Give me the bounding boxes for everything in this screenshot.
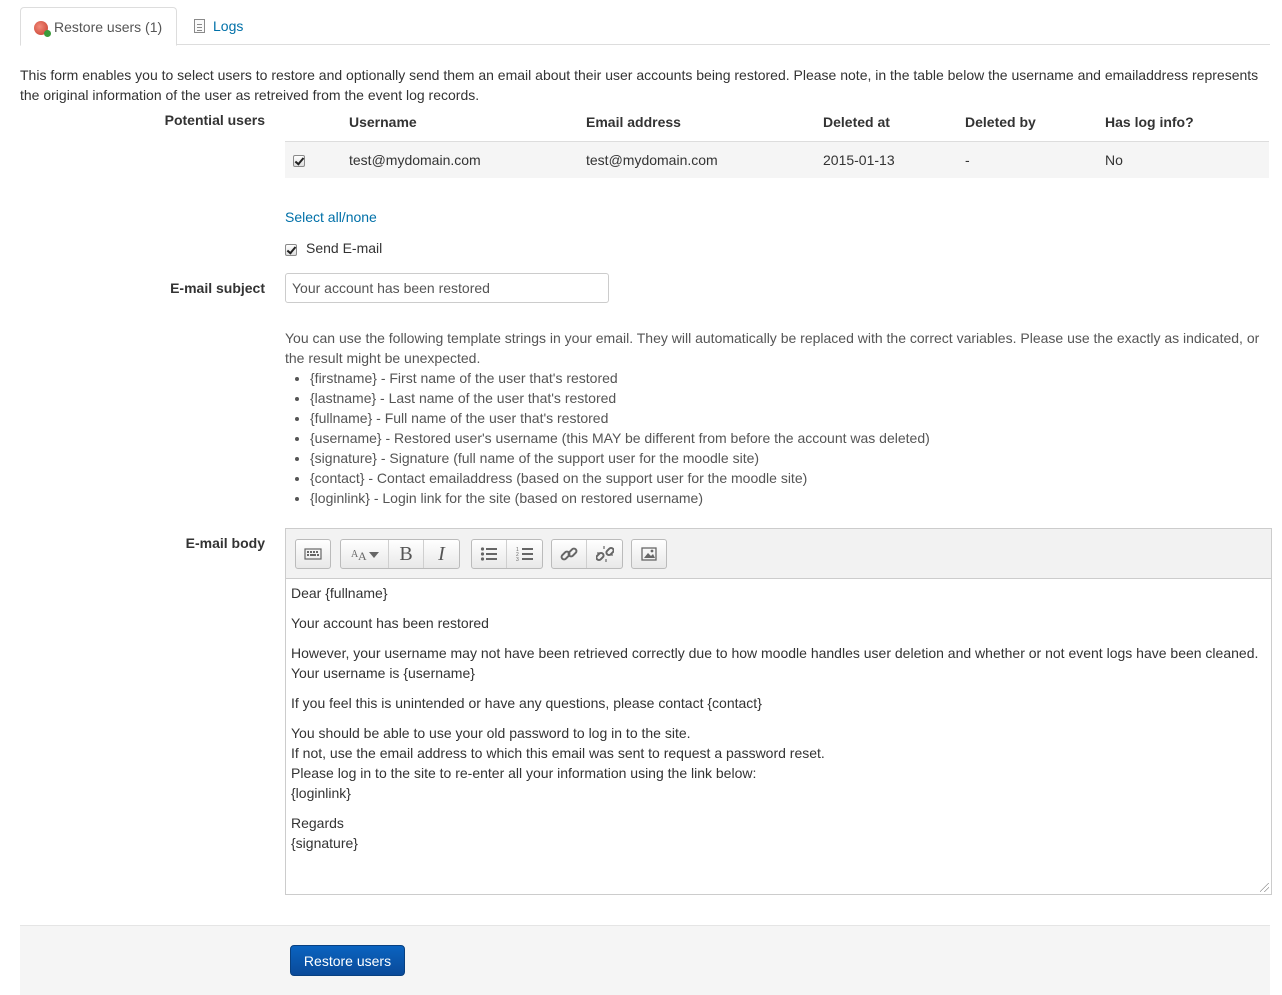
tab-logs[interactable]: Logs <box>180 7 255 45</box>
send-email-label: Send E-mail <box>306 240 383 256</box>
template-list: {firstname} - First name of the user tha… <box>285 368 1270 508</box>
column-header-deleted-at: Deleted at <box>823 104 965 142</box>
link-icon[interactable] <box>552 540 587 568</box>
unlink-icon[interactable] <box>587 540 622 568</box>
email-body-content[interactable]: Dear {fullname} Your account has been re… <box>286 579 1271 867</box>
body-line: {signature} <box>291 835 358 851</box>
tab-restore-users[interactable]: Restore users (1) <box>20 7 177 46</box>
list-item: {lastname} - Last name of the user that'… <box>310 388 1270 408</box>
email-subject-input[interactable] <box>285 273 609 303</box>
toolbar-group-lists: 123 <box>471 539 543 569</box>
users-table: Username Email address Deleted at Delete… <box>285 104 1269 178</box>
body-greeting: Dear {fullname} <box>291 585 388 601</box>
email-subject-label: E-mail subject <box>170 280 265 296</box>
send-email-row: Send E-mail <box>285 240 382 256</box>
form-footer: Restore users <box>20 925 1270 995</box>
column-header-username: Username <box>349 104 586 142</box>
image-icon[interactable] <box>632 540 666 568</box>
email-body-label: E-mail body <box>185 535 265 551</box>
column-header-deleted-by: Deleted by <box>965 104 1105 142</box>
svg-text:3: 3 <box>516 557 519 562</box>
list-item: {contact} - Contact emailaddress (based … <box>310 468 1270 488</box>
table-row: test@mydomain.com test@mydomain.com 2015… <box>285 141 1269 178</box>
resize-handle-icon[interactable] <box>1260 883 1269 892</box>
cell-username: test@mydomain.com <box>349 141 586 178</box>
body-line: Please log in to the site to re-enter al… <box>291 765 757 781</box>
cell-deleted-by: - <box>965 141 1105 178</box>
list-item: {firstname} - First name of the user tha… <box>310 368 1270 388</box>
body-paragraph: If you feel this is unintended or have a… <box>291 695 762 711</box>
select-all-none-link[interactable]: Select all/none <box>285 209 377 225</box>
list-item: {username} - Restored user's username (t… <box>310 428 1270 448</box>
toolbar-group-media <box>631 539 667 569</box>
svg-text:A: A <box>358 549 367 562</box>
list-item: {fullname} - Full name of the user that'… <box>310 408 1270 428</box>
toolbar-group-keyboard <box>295 539 331 569</box>
body-line: Regards <box>291 815 344 831</box>
template-help-intro: You can use the following template strin… <box>285 330 1260 366</box>
table-header-row: Username Email address Deleted at Delete… <box>285 104 1269 142</box>
cell-has-log-info: No <box>1105 141 1269 178</box>
list-item: {signature} - Signature (full name of th… <box>310 448 1270 468</box>
tab-restore-users-label: Restore users (1) <box>54 18 163 35</box>
keyboard-icon[interactable] <box>296 540 330 568</box>
intro-text: This form enables you to select users to… <box>20 67 1259 103</box>
body-paragraph: However, your username may not have been… <box>291 645 1259 681</box>
column-header-select <box>285 104 349 142</box>
toolbar-group-links <box>551 539 623 569</box>
body-line: You should be able to use your old passw… <box>291 725 691 741</box>
tab-logs-label: Logs <box>213 18 244 34</box>
editor-toolbar: AA B I 123 <box>286 529 1271 579</box>
unordered-list-icon[interactable] <box>472 540 507 568</box>
italic-icon[interactable]: I <box>424 540 459 568</box>
body-paragraph: Your account has been restored <box>291 615 489 631</box>
body-line: {loginlink} <box>291 785 351 801</box>
cell-email: test@mydomain.com <box>586 141 823 178</box>
toolbar-group-format: AA B I <box>340 539 460 569</box>
font-style-icon[interactable]: AA <box>341 540 389 568</box>
restore-users-icon <box>33 19 51 37</box>
bold-icon[interactable]: B <box>389 540 424 568</box>
list-item: {loginlink} - Login link for the site (b… <box>310 488 1270 508</box>
column-header-email: Email address <box>586 104 823 142</box>
ordered-list-icon[interactable]: 123 <box>507 540 542 568</box>
restore-users-button[interactable]: Restore users <box>290 945 405 976</box>
cell-deleted-at: 2015-01-13 <box>823 141 965 178</box>
body-paragraph: You should be able to use your old passw… <box>291 723 1266 803</box>
template-help: You can use the following template strin… <box>285 328 1270 508</box>
send-email-checkbox[interactable] <box>285 243 297 256</box>
potential-users-label: Potential users <box>164 112 265 128</box>
column-header-has-log-info: Has log info? <box>1105 104 1269 142</box>
body-line: If not, use the email address to which t… <box>291 745 825 761</box>
user-select-checkbox[interactable] <box>293 155 305 168</box>
tab-bar: Restore users (1) Logs <box>20 7 1270 46</box>
email-body-editor: AA B I 123 Dear {fullname} Your account … <box>285 528 1272 895</box>
body-paragraph: Regards {signature} <box>291 813 1266 853</box>
log-document-icon <box>192 18 208 34</box>
